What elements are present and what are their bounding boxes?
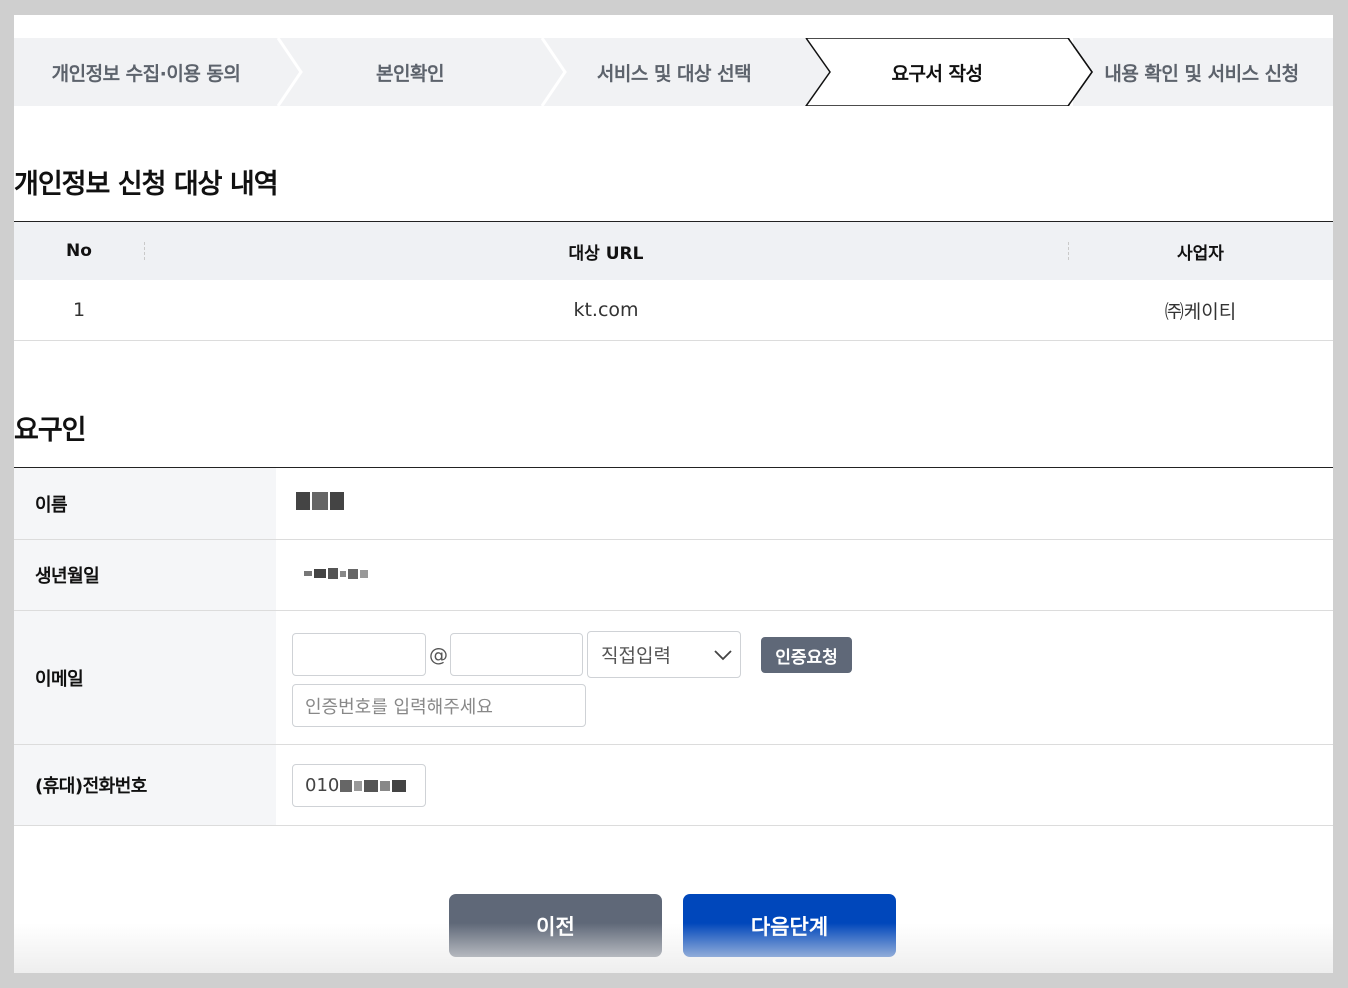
column-header-url: 대상 URL [568, 243, 644, 264]
requester-form: 이름 생년월일 이메일 @ 직접입력 인증요청 인증번호를 입력해주세요 (휴대… [14, 467, 1333, 826]
table-header: No 대상 URL 사업자 [14, 221, 1333, 280]
name-row: 이름 [14, 468, 1333, 540]
step-request-form: 요구서 작성 [891, 62, 983, 85]
email-domain-select[interactable]: 직접입력 [587, 631, 741, 678]
page-frame: 개인정보 수집·이용 동의 본인확인 서비스 및 대상 선택 요구서 작성 내용… [14, 15, 1333, 973]
column-header-no: No [66, 241, 92, 261]
step-identity-verification: 본인확인 [376, 62, 444, 85]
cell-url: kt.com [573, 299, 639, 321]
step-consent: 개인정보 수집·이용 동의 [51, 62, 241, 85]
table-row: 1 kt.com ㈜케이티 [14, 280, 1333, 341]
phone-prefix: 010 [305, 775, 340, 796]
phone-label: (휴대)전화번호 [14, 745, 276, 825]
previous-button[interactable]: 이전 [449, 894, 662, 957]
email-domain-select-value: 직접입력 [601, 645, 671, 667]
chevron-down-icon [714, 650, 732, 661]
masked-phone-number [340, 779, 407, 792]
next-step-button[interactable]: 다음단계 [683, 894, 896, 957]
email-local-input[interactable] [292, 633, 426, 676]
verify-code-placeholder: 인증번호를 입력해주세요 [305, 696, 493, 718]
bottom-fade [14, 923, 1333, 973]
birth-row: 생년월일 [14, 540, 1333, 611]
verify-request-button[interactable]: 인증요청 [761, 637, 852, 673]
email-label: 이메일 [14, 611, 276, 744]
verify-code-input[interactable]: 인증번호를 입력해주세요 [292, 684, 586, 727]
step-confirm-apply: 내용 확인 및 서비스 신청 [1104, 62, 1299, 85]
cell-no: 1 [72, 299, 86, 321]
email-at-sign: @ [429, 644, 448, 666]
birth-value [276, 540, 1333, 610]
phone-value: 010 [276, 745, 1333, 825]
progress-steps: 개인정보 수집·이용 동의 본인확인 서비스 및 대상 선택 요구서 작성 내용… [14, 38, 1333, 106]
phone-input[interactable]: 010 [292, 764, 426, 807]
name-value [276, 468, 1333, 539]
masked-birthdate [304, 568, 368, 579]
name-label: 이름 [14, 468, 276, 539]
target-section-title: 개인정보 신청 대상 내역 [14, 169, 279, 200]
requester-section-title: 요구인 [14, 415, 87, 446]
masked-name [296, 492, 344, 510]
email-row: 이메일 @ 직접입력 인증요청 인증번호를 입력해주세요 [14, 611, 1333, 745]
target-table: No 대상 URL 사업자 1 kt.com ㈜케이티 [14, 221, 1333, 341]
column-header-company: 사업자 [1177, 243, 1224, 264]
email-value: @ 직접입력 인증요청 인증번호를 입력해주세요 [276, 611, 1333, 744]
phone-row: (휴대)전화번호 010 [14, 745, 1333, 826]
email-domain-input[interactable] [450, 633, 583, 676]
step-service-selection: 서비스 및 대상 선택 [596, 62, 752, 85]
birth-label: 생년월일 [14, 540, 276, 610]
cell-company: ㈜케이티 [1164, 300, 1237, 323]
